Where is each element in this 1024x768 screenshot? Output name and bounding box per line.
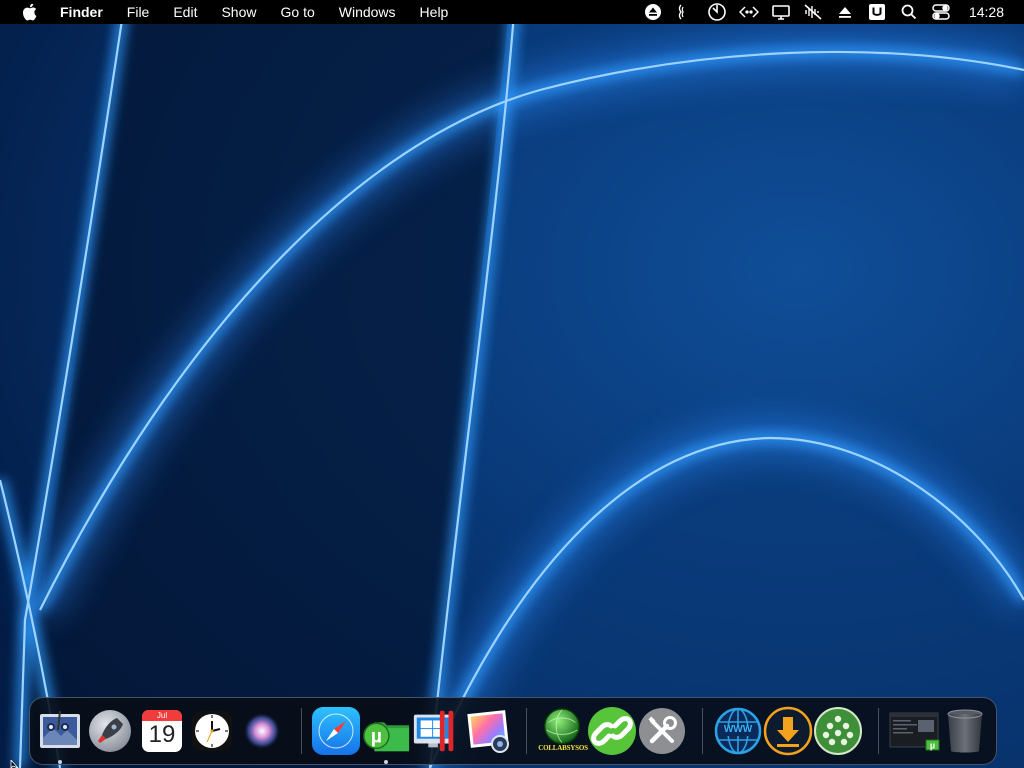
svg-text:µ: µ	[930, 741, 935, 751]
menu-bar-left: Finder File Edit Show Go to Windows Help	[0, 0, 460, 24]
menu-show[interactable]: Show	[209, 0, 268, 24]
dock-item-utilities[interactable]	[637, 706, 687, 756]
running-indicator	[384, 760, 388, 764]
photo-icon	[467, 710, 509, 753]
power-timer-icon[interactable]	[706, 2, 728, 22]
dock-item-calendar[interactable]: Jul 19	[137, 706, 187, 756]
dock-item-downloader[interactable]	[763, 706, 813, 756]
trash-icon	[947, 709, 983, 753]
menu-file[interactable]: File	[115, 0, 162, 24]
desktop-wallpaper	[0, 0, 1024, 768]
dock-separator	[301, 708, 302, 754]
dock-item-safari[interactable]	[311, 706, 361, 756]
dock-item-collabsysos[interactable]: COLLABSYSOS	[537, 706, 588, 756]
dock-separator	[702, 708, 703, 754]
dock-item-siri[interactable]	[237, 706, 287, 756]
menu-bar-clock[interactable]: 14:28	[969, 4, 1004, 20]
eject-icon[interactable]	[642, 2, 664, 22]
clock-icon	[192, 711, 232, 751]
control-center-icon[interactable]	[930, 2, 952, 22]
running-indicator	[58, 760, 62, 764]
status-area: 14:28	[637, 0, 1024, 24]
dock-item-recent-window[interactable]: µ	[887, 706, 943, 756]
dock-item-network[interactable]	[813, 706, 863, 756]
www-label: WWW	[723, 724, 753, 735]
download-arrow-icon	[763, 706, 813, 756]
preview-icon	[40, 711, 80, 748]
dock-item-link-app[interactable]	[587, 706, 637, 756]
collabsysos-label: COLLABSYSOS	[538, 744, 588, 752]
dock-item-image-capture[interactable]	[463, 706, 513, 756]
dock-item-utorrent[interactable]: µ	[361, 706, 411, 764]
menu-windows[interactable]: Windows	[327, 0, 408, 24]
touch-icon[interactable]	[674, 2, 696, 22]
display-icon[interactable]	[770, 2, 792, 22]
code-icon[interactable]	[738, 2, 760, 22]
compass-icon	[312, 707, 360, 755]
parallels-icon	[413, 710, 454, 752]
rocket-icon	[89, 710, 131, 752]
search-icon[interactable]	[898, 2, 920, 22]
dock-separator	[878, 708, 879, 754]
apple-logo-icon[interactable]	[20, 3, 38, 21]
dock: Jul 19 µ COLLABSYSOS WWW µ	[29, 697, 997, 765]
chain-link-icon	[588, 707, 636, 755]
dock-item-parallels[interactable]	[411, 706, 461, 756]
calendar-icon: Jul 19	[142, 710, 182, 752]
ubar-icon[interactable]	[866, 2, 888, 22]
siri-icon	[244, 713, 280, 749]
menu-bar: Finder File Edit Show Go to Windows Help	[0, 0, 1024, 24]
menu-edit[interactable]: Edit	[161, 0, 209, 24]
menu-go-to[interactable]: Go to	[269, 0, 327, 24]
dock-item-preview[interactable]	[35, 706, 85, 764]
audio-off-icon[interactable]	[802, 2, 824, 22]
calendar-month: Jul	[142, 710, 182, 721]
svg-text:µ: µ	[371, 727, 382, 748]
people-network-icon	[814, 707, 862, 755]
dock-separator	[526, 708, 527, 754]
dock-item-trash[interactable]	[940, 706, 990, 756]
window-thumbnail-icon: µ	[889, 712, 940, 751]
calendar-day: 19	[148, 721, 176, 748]
tools-icon	[639, 708, 685, 754]
dock-item-clock[interactable]	[187, 706, 237, 756]
dock-item-www[interactable]: WWW	[713, 706, 763, 756]
utorrent-folder-icon: µ	[363, 722, 410, 752]
mouse-pointer-icon	[10, 760, 19, 768]
upload-icon[interactable]	[834, 2, 856, 22]
menu-finder[interactable]: Finder	[48, 0, 115, 24]
dock-item-launchpad[interactable]	[85, 706, 135, 756]
menu-help[interactable]: Help	[408, 0, 461, 24]
